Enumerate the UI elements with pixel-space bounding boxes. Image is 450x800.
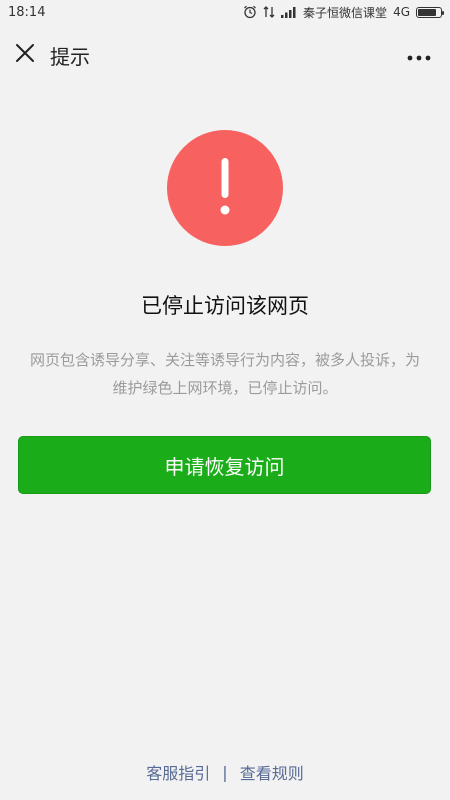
battery-level (418, 8, 436, 16)
network-type: 4G (393, 5, 410, 19)
more-dots-icon (407, 46, 431, 65)
headline: 已停止访问该网页 (141, 294, 309, 318)
status-bar: 18:14 秦子恒微信课堂 4G (0, 0, 450, 24)
more-options-button[interactable] (404, 40, 434, 70)
carrier-label: 秦子恒微信课堂 (303, 5, 388, 20)
warning-icon (167, 130, 283, 246)
close-icon (15, 43, 35, 67)
battery-icon (416, 6, 444, 18)
signal-icon (281, 6, 297, 18)
status-time: 18:14 (8, 4, 46, 20)
data-transfer-icon (263, 5, 275, 19)
close-button[interactable] (0, 28, 50, 82)
description: 网页包含诱导分享、关注等诱导行为内容，被多人投诉，为维护绿色上网环境，已停止访问… (30, 351, 421, 397)
screen: 18:14 秦子恒微信课堂 4G 提示 已停止访问该网页 网页包含诱导分享、关注… (0, 0, 450, 800)
footer-links: 客服指引 | 查看规则 (0, 760, 450, 784)
page-title: 提示 (50, 44, 90, 69)
customer-service-guide-link[interactable]: 客服指引 (146, 760, 210, 784)
status-icons: 秦子恒微信课堂 4G (243, 4, 444, 21)
alarm-icon (243, 5, 257, 19)
nav-bar: 提示 (0, 28, 450, 82)
footer-separator: | (222, 762, 228, 782)
appeal-button[interactable]: 申请恢复访问 (18, 436, 431, 494)
view-rules-link[interactable]: 查看规则 (240, 760, 304, 784)
